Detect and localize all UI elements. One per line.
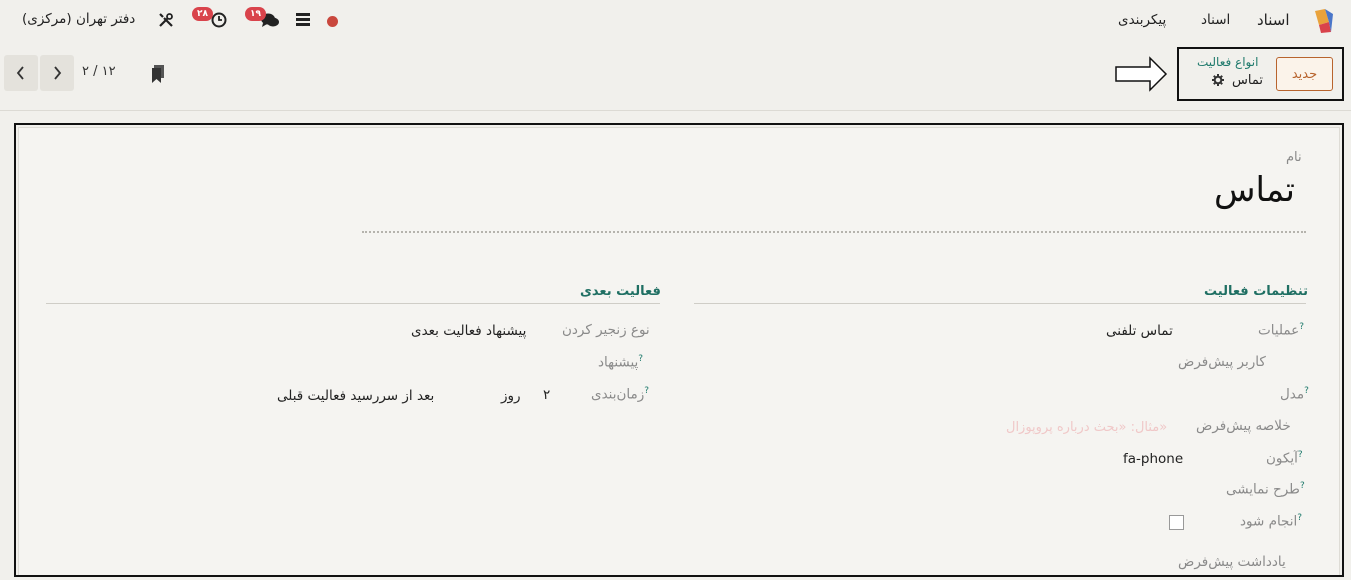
database-list-icon[interactable] (295, 13, 311, 27)
schedule-after-field[interactable]: بعد از سررسید فعالیت قبلی (277, 388, 434, 404)
breadcrumb-current: تماس (1232, 73, 1263, 88)
operations-field[interactable]: تماس تلفنی (1106, 323, 1173, 339)
company-switcher[interactable]: دفتر تهران (مرکزی) (22, 11, 135, 27)
chaining-type-field[interactable]: پیشنهاد فعالیت بعدی (411, 323, 526, 339)
pager-previous-button[interactable] (40, 55, 74, 91)
pager-value[interactable]: ۲ / ۱۲ (82, 64, 116, 79)
icon-field[interactable]: fa-phone (1123, 451, 1183, 467)
activity-settings-title: تنظیمات فعالیت (1204, 284, 1309, 299)
new-button[interactable]: جدید (1276, 57, 1333, 91)
next-activity-title: فعالیت بعدی (580, 284, 661, 299)
menu-documents[interactable]: اسناد (1201, 12, 1230, 28)
tools-icon[interactable] (158, 12, 174, 28)
documents-bookmark-icon[interactable] (150, 64, 166, 84)
status-dot-icon (327, 16, 338, 27)
default-note-label: یادداشت پیش‌فرض (1178, 554, 1286, 570)
app-logo-icon[interactable] (1309, 8, 1335, 34)
gear-icon[interactable] (1212, 74, 1224, 86)
activity-settings-divider (694, 303, 1306, 304)
schedule-amount-field[interactable]: ۲ (543, 387, 550, 403)
decoration-label: طرح نمایشی? (1226, 481, 1305, 498)
next-activity-divider (46, 303, 660, 304)
name-label: نام (1286, 150, 1302, 165)
app-name[interactable]: اسناد (1257, 11, 1290, 29)
model-label: مدل? (1280, 386, 1309, 403)
done-checkbox[interactable] (1169, 515, 1184, 530)
name-field-underline (362, 231, 1306, 233)
activity-count-badge: ۲۸ (192, 7, 213, 21)
chevron-right-icon (54, 66, 62, 80)
chaining-type-label: نوع زنجیر کردن (562, 322, 650, 338)
icon-label: آیکون? (1266, 450, 1303, 467)
name-field[interactable]: تماس (1214, 170, 1295, 210)
breadcrumb-parent-link[interactable]: انواع فعالیت (1197, 55, 1258, 69)
default-summary-input[interactable]: مثال: «بحث درباره پروپوزال» (1006, 420, 1167, 435)
schedule-label: زمان‌بندی? (591, 386, 650, 403)
form-highlight-box (14, 123, 1344, 577)
chevron-left-icon (16, 66, 24, 80)
pager-next-button[interactable] (4, 55, 38, 91)
menu-configuration[interactable]: پیکربندی (1118, 12, 1166, 28)
default-user-label: کاربر پیش‌فرض (1178, 354, 1266, 370)
schedule-unit-field[interactable]: روز (501, 388, 521, 404)
messages-count-badge: ۱۹ (245, 7, 266, 21)
default-summary-label: خلاصه پیش‌فرض (1196, 418, 1291, 434)
arrow-right-icon (1115, 56, 1168, 92)
done-label: انجام شود? (1240, 513, 1303, 530)
suggest-label: پیشنهاد? (598, 354, 644, 371)
top-navbar: اسناد اسناد پیکربندی دفتر تهران (مرکزی) … (0, 0, 1351, 41)
operations-label: عملیات? (1258, 322, 1305, 339)
